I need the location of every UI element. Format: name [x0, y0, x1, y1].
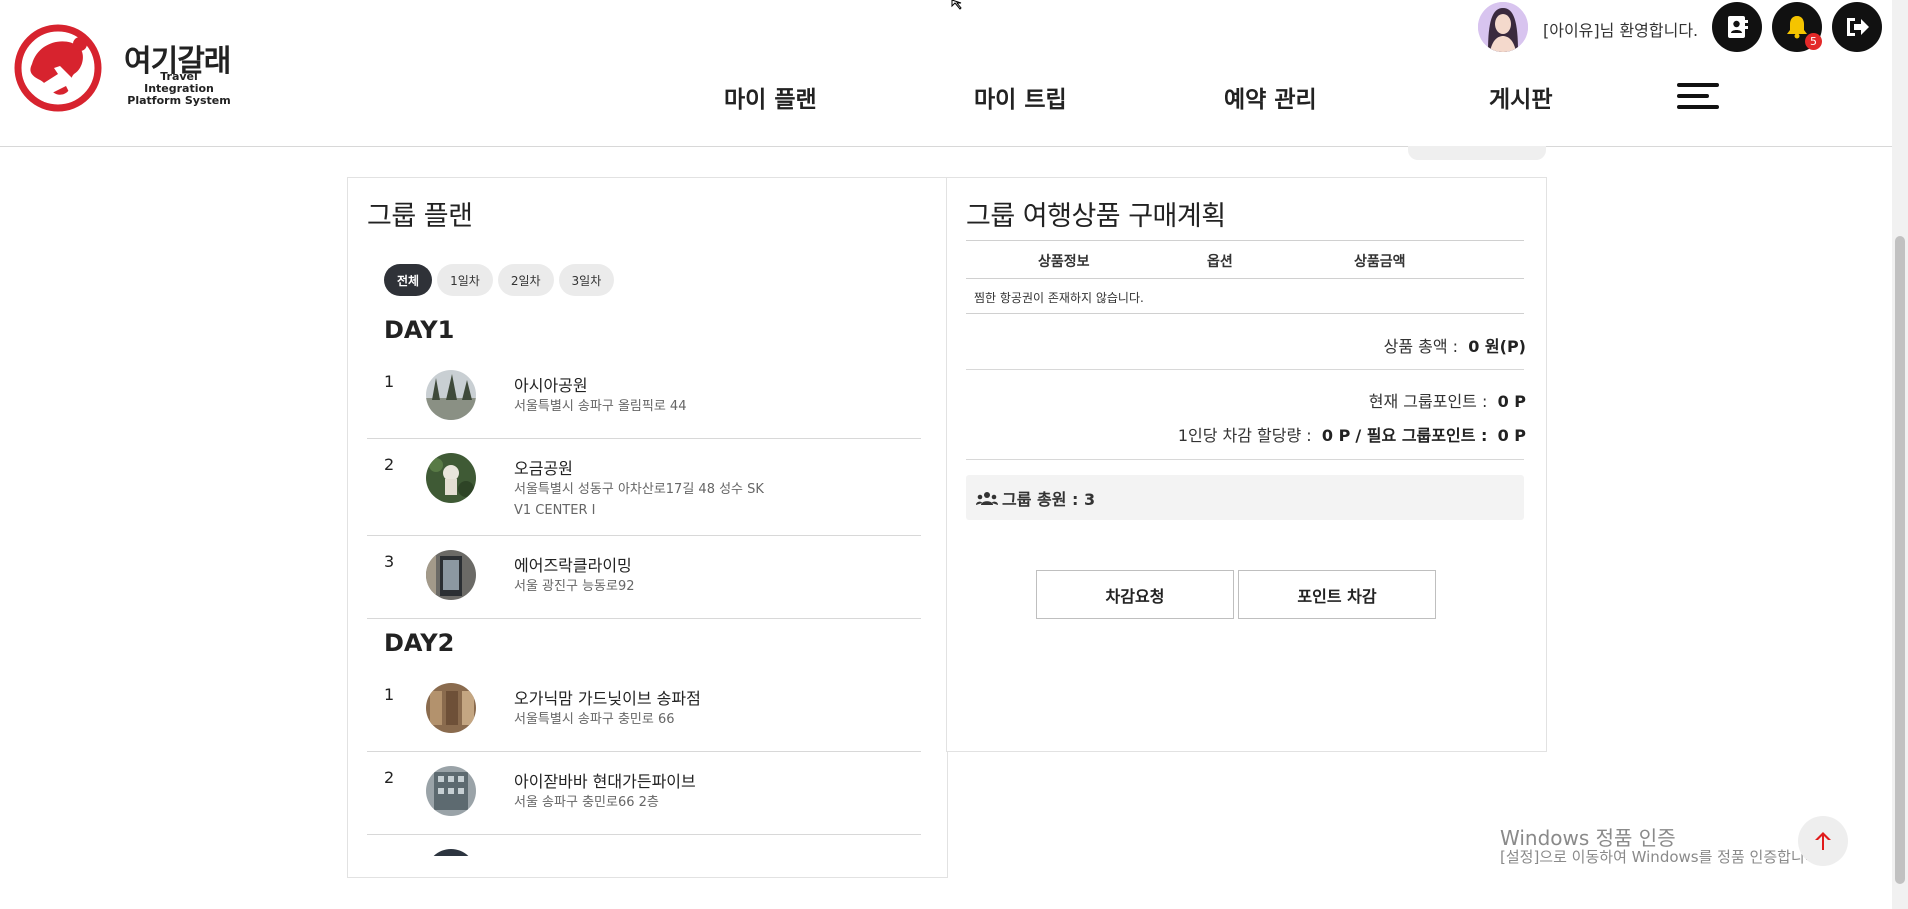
tab-day1[interactable]: 1일차 — [437, 264, 493, 296]
logout-button[interactable] — [1832, 2, 1882, 52]
header-tab-stub — [1408, 146, 1546, 160]
place-item[interactable]: 1 오가닉맘 가드닞이브 송파점 서울특별시 송파구 충민로 66 — [367, 669, 921, 752]
empty-message: 찜한 항공권이 존재하지 않습니다. — [966, 279, 1524, 314]
product-table-header: 상품정보 옵션 상품금액 — [966, 240, 1524, 279]
col-price: 상품금액 — [1354, 254, 1406, 270]
tab-day2[interactable]: 2일차 — [497, 264, 554, 296]
day-filter-tabs: 전체 1일차 2일차 3일차 — [384, 264, 615, 296]
divider — [966, 369, 1524, 370]
nav-my-plan[interactable]: 마이 플랜 — [724, 80, 817, 114]
place-address: 서울특별시 송파구 충민로 66 — [514, 712, 675, 727]
welcome-text: [아이유]님 환영합니다. — [1543, 21, 1699, 40]
purchase-plan-title: 그룹 여행상품 구매계획 — [966, 201, 1226, 232]
place-name: 오가닉맘 가드닞이브 송파점 — [514, 689, 701, 708]
point-deduct-button[interactable]: 포인트 차감 — [1238, 570, 1436, 619]
place-number: 3 — [384, 552, 395, 571]
place-address: 서울특별시 송파구 올림픽로 44 — [514, 399, 687, 414]
col-product-info: 상품정보 — [1038, 254, 1090, 270]
place-item-partial[interactable] — [367, 835, 921, 856]
place-photo — [426, 766, 476, 816]
contact-book-icon — [1728, 16, 1748, 38]
place-number: 2 — [384, 455, 395, 474]
group-plan-title: 그룹 플랜 — [367, 201, 473, 232]
place-number: 1 — [384, 685, 395, 704]
group-members-box: 그룹 총원 : 3 — [966, 475, 1524, 520]
per-person-label: 1인당 차감 할당량 : — [1177, 426, 1312, 445]
notification-button[interactable]: 5 — [1772, 2, 1822, 52]
group-plan-panel: 그룹 플랜 전체 1일차 2일차 3일차 DAY1 1 아시아공원 서울특별시 … — [347, 177, 948, 878]
place-name: 에어즈락클라이밍 — [514, 556, 632, 575]
place-name: 아시아공원 — [514, 376, 588, 395]
users-icon — [976, 491, 998, 505]
place-photo — [426, 550, 476, 600]
place-photo — [426, 849, 476, 856]
logo-icon[interactable] — [14, 24, 102, 112]
logo-subtitle-line2: Platform System — [127, 94, 231, 107]
place-number: 2 — [384, 768, 395, 787]
required-point-label: / 필요 그룹포인트 : — [1355, 426, 1488, 445]
logout-icon — [1847, 18, 1869, 36]
per-person-value: 0 P — [1321, 426, 1351, 445]
product-table: 상품정보 옵션 상품금액 찜한 항공권이 존재하지 않습니다. — [966, 240, 1524, 314]
divider — [966, 459, 1524, 460]
mouse-cursor-icon — [951, 0, 962, 10]
total-value: 0 원(P) — [1468, 337, 1526, 356]
allocation-row: 1인당 차감 할당량 : 0 P / 필요 그룹포인트 : 0 P — [1178, 422, 1526, 446]
place-item[interactable]: 3 에어즈락클라이밍 서울 광진구 능동로92 — [367, 536, 921, 619]
arrow-up-icon — [1815, 832, 1831, 850]
logo-subtitle: Travel Integration Platform System — [124, 71, 234, 107]
required-point-value: 0 P — [1497, 426, 1526, 445]
place-name: 오금공원 — [514, 459, 573, 478]
group-members-label: 그룹 총원 : 3 — [1002, 489, 1096, 509]
place-photo — [426, 370, 476, 420]
logo-subtitle-line1: Travel Integration — [144, 70, 214, 95]
place-item[interactable]: 2 오금공원 서울특별시 성동구 아차산로17길 48 성수 SK V1 CEN… — [367, 439, 921, 536]
purchase-plan-panel: 그룹 여행상품 구매계획 상품정보 옵션 상품금액 찜한 항공권이 존재하지 않… — [946, 177, 1547, 752]
user-avatar[interactable] — [1478, 2, 1528, 52]
place-photo — [426, 683, 476, 733]
scroll-to-top-button[interactable] — [1798, 816, 1848, 866]
tab-all[interactable]: 전체 — [384, 264, 433, 296]
site-header: 여기갈래 Travel Integration Platform System … — [0, 0, 1892, 147]
total-row: 상품 총액 : 0 원(P) — [1384, 333, 1526, 357]
place-address: 서울 광진구 능동로92 — [514, 579, 635, 594]
group-point-value: 0 P — [1497, 392, 1526, 411]
group-point-label: 현재 그룹포인트 : — [1368, 392, 1488, 411]
plan-list[interactable]: DAY1 1 아시아공원 서울특별시 송파구 올림픽로 44 2 오금공원 서울… — [367, 306, 921, 856]
contact-book-button[interactable] — [1712, 2, 1762, 52]
windows-activation-subtitle: [설정]으로 이동하여 Windows를 정품 인증합니다. — [1500, 848, 1824, 866]
tab-day3[interactable]: 3일차 — [558, 264, 615, 296]
place-item[interactable]: 1 아시아공원 서울특별시 송파구 올림픽로 44 — [367, 356, 921, 439]
hamburger-menu-icon[interactable] — [1677, 83, 1719, 109]
place-item[interactable]: 2 아이잗바바 현대가든파이브 서울 송파구 충민로66 2층 — [367, 752, 921, 835]
place-address: 서울 송파구 충민로66 2층 — [514, 795, 659, 810]
day-title: DAY1 — [384, 316, 455, 344]
nav-reservation[interactable]: 예약 관리 — [1224, 80, 1317, 114]
day-title: DAY2 — [384, 629, 455, 657]
page-scrollbar[interactable] — [1892, 0, 1908, 909]
place-number: 1 — [384, 372, 395, 391]
place-name: 아이잗바바 현대가든파이브 — [514, 772, 696, 791]
group-point-row: 현재 그룹포인트 : 0 P — [1369, 388, 1526, 412]
total-label: 상품 총액 : — [1383, 337, 1459, 356]
place-address: 서울특별시 성동구 아차산로17길 48 성수 SK V1 CENTER I — [514, 482, 764, 518]
nav-my-trip[interactable]: 마이 트립 — [974, 80, 1067, 114]
deduct-request-button[interactable]: 차감요청 — [1036, 570, 1234, 619]
col-option: 옵션 — [1207, 254, 1233, 270]
notification-count-badge: 5 — [1805, 33, 1822, 50]
scrollbar-thumb[interactable] — [1895, 236, 1905, 884]
nav-board[interactable]: 게시판 — [1489, 80, 1552, 114]
place-photo — [426, 453, 476, 503]
